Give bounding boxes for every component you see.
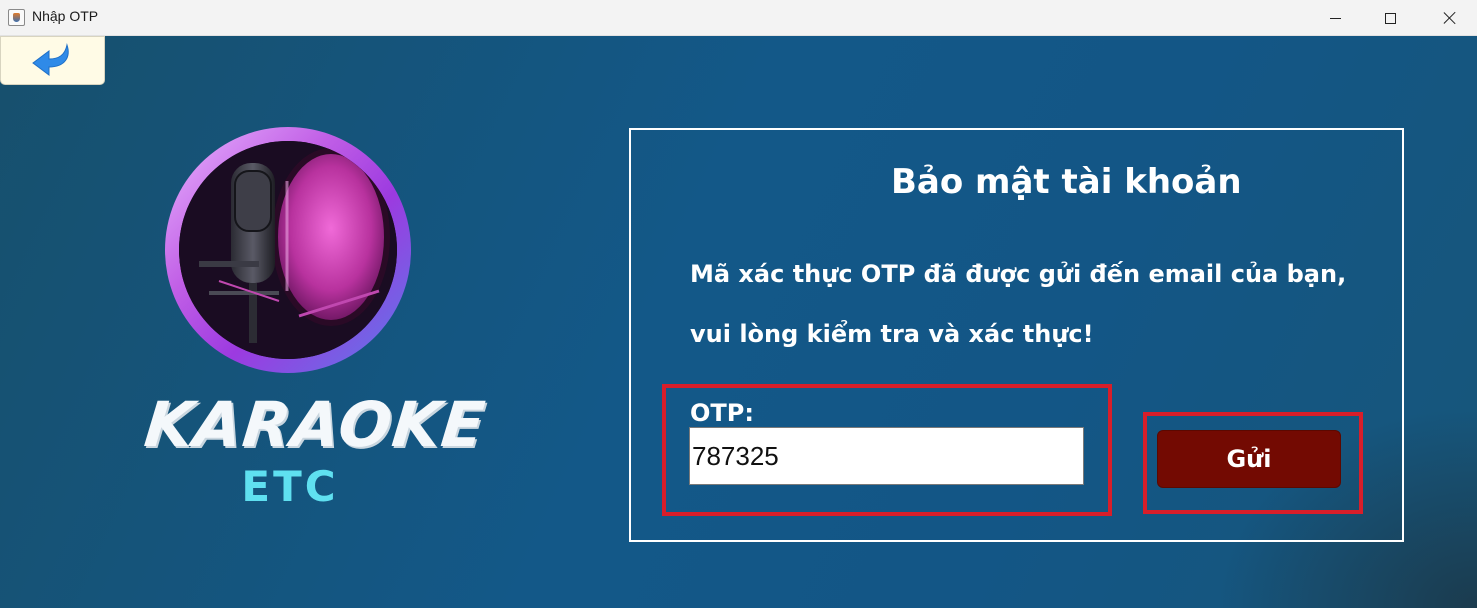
logo-etc-text: ETC — [241, 462, 339, 511]
logo-karaoke-text: KARAOKE — [141, 388, 489, 461]
otp-label: OTP: — [690, 399, 754, 427]
send-button[interactable]: Gửi — [1157, 430, 1341, 488]
otp-input[interactable] — [689, 427, 1084, 485]
minimize-icon — [1329, 17, 1341, 19]
back-arrow-icon — [32, 43, 69, 76]
window-title: Nhập OTP — [32, 8, 99, 24]
close-icon — [1443, 11, 1457, 25]
maximize-icon — [1384, 12, 1396, 24]
minimize-button[interactable] — [1312, 0, 1358, 36]
maximize-button[interactable] — [1367, 0, 1413, 36]
page-title: Bảo mật tài khoản — [891, 162, 1242, 202]
otp-message-line-1: Mã xác thực OTP đã được gửi đến email củ… — [690, 260, 1347, 288]
title-bar: Nhập OTP — [0, 0, 1477, 36]
java-cup-icon — [8, 9, 25, 26]
close-button[interactable] — [1427, 0, 1473, 36]
microphone-icon — [179, 141, 397, 359]
otp-message-line-2: vui lòng kiểm tra và xác thực! — [690, 320, 1094, 348]
karaoke-logo-image — [165, 127, 411, 373]
back-button[interactable] — [0, 36, 105, 85]
otp-window-content: KARAOKE ETC Bảo mật tài khoản Mã xác thự… — [0, 36, 1477, 608]
